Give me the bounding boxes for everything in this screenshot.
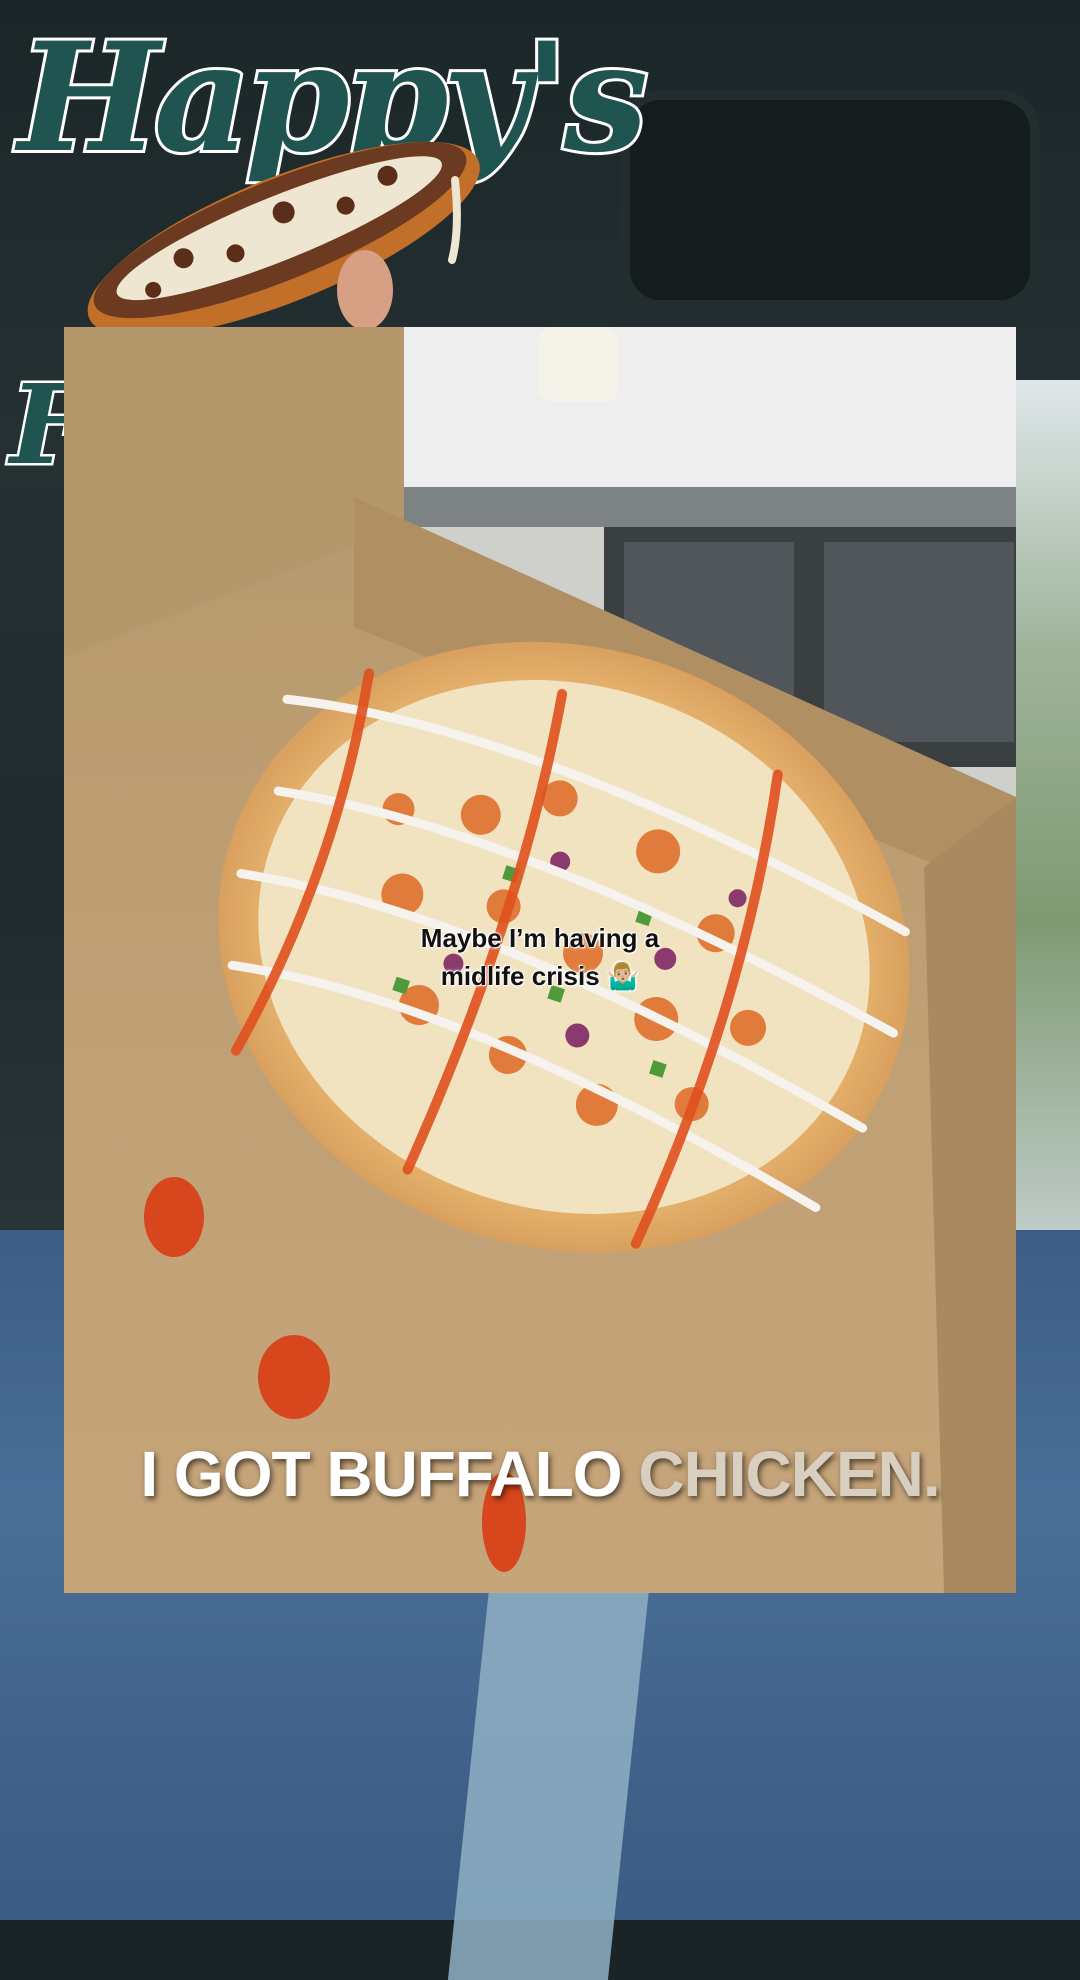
caption-small-line2: midlife crisis 🤷🏼‍♂️	[440, 961, 640, 991]
caption-big-part1: I GOT BUFFALO	[140, 1438, 622, 1510]
cheesesteak-sandwich-image	[87, 141, 480, 337]
caption-big-part2: CHICKEN.	[638, 1438, 940, 1510]
pizza-photo: Maybe I’m having a midlife crisis 🤷🏼‍♂️ …	[64, 327, 1016, 1593]
car-window	[1010, 380, 1080, 1280]
caption-small-line1: Maybe I’m having a	[420, 923, 660, 953]
car-headrest	[620, 90, 1040, 310]
caption-small: Maybe I’m having a midlife crisis 🤷🏼‍♂️	[64, 919, 1016, 995]
caption-big: I GOT BUFFALO CHICKEN.	[64, 1437, 1016, 1511]
